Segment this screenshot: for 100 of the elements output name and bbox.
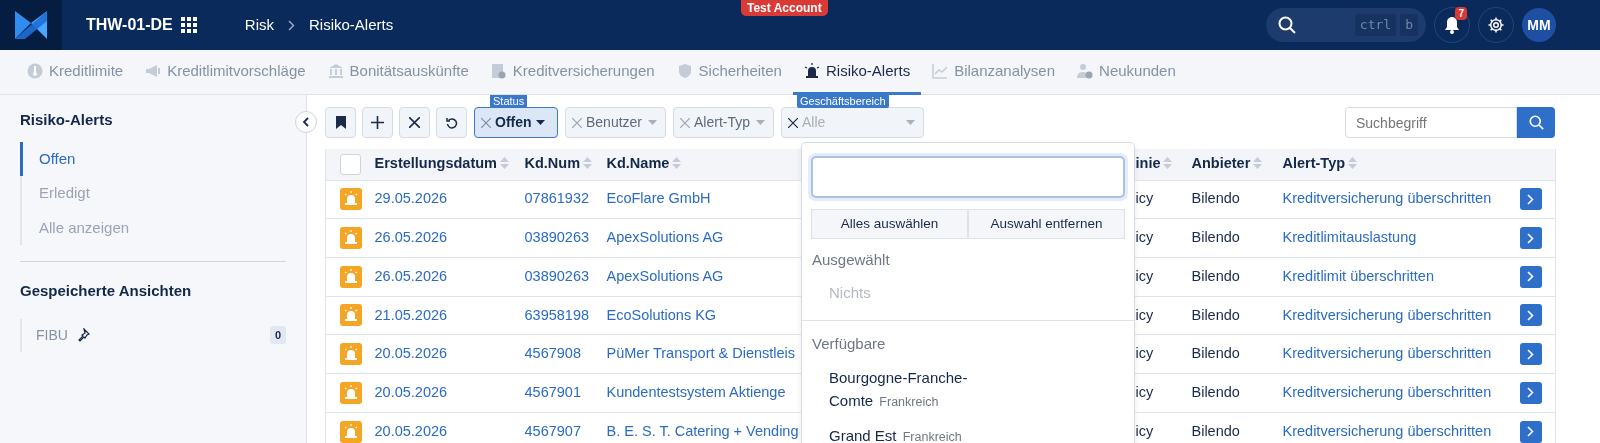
alert-date-link[interactable]: 21.05.2026: [374, 306, 448, 323]
dropdown-action-button[interactable]: Alles auswählen: [811, 209, 968, 239]
nav-tab[interactable]: Kreditlimitvorschläge: [134, 50, 317, 95]
global-search-field[interactable]: ctrl b: [1266, 8, 1426, 42]
dropdown-option[interactable]: Grand Est Frankreich: [829, 423, 999, 443]
open-row-button[interactable]: [1519, 304, 1542, 327]
alert-type-link[interactable]: Kreditversicherung überschritten: [1282, 306, 1492, 323]
open-row-button[interactable]: [1519, 227, 1542, 250]
alert-date-link[interactable]: 26.05.2026: [374, 267, 448, 284]
customer-number-link[interactable]: 03890263: [524, 267, 589, 284]
apps-grid-icon[interactable]: [180, 17, 197, 33]
provider-cell: Bilendo: [1191, 190, 1240, 207]
column-header[interactable]: Alert-Typ: [1282, 155, 1346, 172]
alert-type-link[interactable]: Kreditversicherung überschritten: [1282, 190, 1492, 207]
thermometer-icon: [27, 63, 43, 79]
search-button[interactable]: [1517, 107, 1555, 138]
collapse-sidebar-button[interactable]: [295, 111, 317, 133]
table-cell: icy: [1135, 306, 1154, 323]
customer-name-link[interactable]: PüMer Transport & Dienstleis: [606, 345, 796, 362]
chevron-right-icon: [1527, 426, 1534, 438]
open-row-button[interactable]: [1519, 381, 1542, 404]
bookmark-icon: [335, 116, 346, 129]
megaphone-icon: [145, 63, 162, 79]
document-cloud-icon: [490, 63, 507, 79]
customer-number-link[interactable]: 4567901: [524, 383, 581, 400]
user-clock-icon: [1077, 63, 1094, 79]
alert-date-link[interactable]: 29.05.2026: [374, 190, 448, 207]
table-cell: icy: [1135, 383, 1154, 400]
alert-type-link[interactable]: Kreditversicherung überschritten: [1282, 345, 1492, 362]
customer-number-link[interactable]: 4567908: [524, 345, 581, 362]
column-header[interactable]: Kd.Name: [606, 155, 670, 172]
alert-type-link[interactable]: Kreditlimitauslastung: [1282, 229, 1417, 246]
open-row-button[interactable]: [1519, 343, 1542, 366]
customer-number-link[interactable]: 07861932: [524, 190, 589, 207]
table-cell: icy: [1135, 422, 1154, 439]
add-button[interactable]: [362, 107, 393, 138]
dropdown-option[interactable]: Bourgogne-Franche-Comte Frankreich: [829, 365, 999, 414]
bell-icon: [1444, 16, 1460, 34]
nav-tab[interactable]: Sicherheiten: [665, 50, 793, 95]
customer-name-link[interactable]: ApexSolutions AG: [606, 229, 724, 246]
filter-dropdown[interactable]: Offen: [474, 107, 558, 138]
customer-name-link[interactable]: EcoFlare GmbH: [606, 190, 711, 207]
dropdown-action-button[interactable]: Auswahl entfernen: [968, 209, 1125, 239]
count-badge: 0: [269, 325, 286, 345]
caret-icon: [906, 120, 915, 125]
table-cell: icy: [1135, 345, 1154, 362]
alert-date-link[interactable]: 20.05.2026: [374, 383, 448, 400]
saved-view-label: FIBU: [36, 325, 68, 345]
notification-count: 7: [1455, 7, 1467, 20]
open-row-button[interactable]: [1519, 265, 1542, 288]
siren-icon: [340, 420, 362, 443]
siren-icon: [340, 343, 362, 366]
customer-number-link[interactable]: 03890263: [524, 229, 589, 246]
filter-dropdown[interactable]: Alert-Typ: [673, 107, 774, 138]
open-row-button[interactable]: [1519, 188, 1542, 211]
table-cell: icy: [1135, 190, 1154, 207]
filter-label: Status: [490, 95, 528, 108]
customer-number-link[interactable]: 4567907: [524, 422, 581, 439]
customer-name-link[interactable]: Kundentestsystem Aktienge: [606, 383, 786, 400]
nav-tab[interactable]: Kreditversicherungen: [479, 50, 666, 95]
breadcrumb-link[interactable]: Risk: [244, 13, 274, 37]
chevron-right-icon: [1527, 232, 1534, 244]
alert-date-link[interactable]: 20.05.2026: [374, 345, 448, 362]
bookmark-button[interactable]: [325, 107, 356, 138]
filter-dropdown[interactable]: Benutzer: [565, 107, 666, 138]
breadcrumb-separator-icon: [287, 19, 295, 31]
nav-tab[interactable]: Kreditlimite: [16, 50, 135, 95]
provider-cell: Bilendo: [1191, 267, 1240, 284]
saved-view-item[interactable]: FIBU 0: [20, 318, 286, 352]
nav-tab[interactable]: Bonitätsauskünfte: [316, 50, 480, 95]
alert-date-link[interactable]: 26.05.2026: [374, 229, 448, 246]
siren-icon: [340, 265, 362, 288]
customer-name-link[interactable]: B. E. S. T. Catering + Vending: [606, 422, 799, 439]
section-heading: Ausgewählt: [812, 250, 891, 270]
siren-icon: [340, 188, 362, 211]
dropdown-search-field[interactable]: [811, 156, 1125, 198]
customer-name-link[interactable]: EcoSolutions KG: [606, 306, 717, 323]
chevron-right-icon: [1527, 348, 1534, 360]
select-all-checkbox[interactable]: [340, 153, 361, 175]
search-field[interactable]: Suchbegriff: [1345, 107, 1517, 138]
chevron-right-icon: [1527, 271, 1534, 283]
table-cell: icy: [1135, 267, 1154, 284]
clear-button[interactable]: [399, 107, 430, 138]
chevron-right-icon: [1527, 193, 1534, 205]
alert-type-link[interactable]: Kreditlimit überschritten: [1282, 267, 1434, 284]
alert-date-link[interactable]: 20.05.2026: [374, 422, 448, 439]
app-logo[interactable]: [0, 0, 62, 50]
user-avatar[interactable]: MM: [1522, 8, 1556, 42]
nav-tab[interactable]: Neukunden: [1066, 50, 1187, 95]
sidebar-item[interactable]: Offen: [20, 141, 286, 176]
reset-button[interactable]: [436, 107, 467, 138]
caret-icon: [648, 120, 657, 125]
alert-type-link[interactable]: Kreditversicherung überschritten: [1282, 383, 1492, 400]
clear-icon: [680, 117, 690, 128]
table-cell: icy: [1135, 229, 1154, 246]
customer-number-link[interactable]: 63958198: [524, 306, 589, 323]
customer-name-link[interactable]: ApexSolutions AG: [606, 267, 724, 284]
alert-type-link[interactable]: Kreditversicherung überschritten: [1282, 422, 1492, 439]
open-row-button[interactable]: [1519, 420, 1542, 443]
nav-tab[interactable]: Bilanzanalysen: [921, 50, 1067, 95]
